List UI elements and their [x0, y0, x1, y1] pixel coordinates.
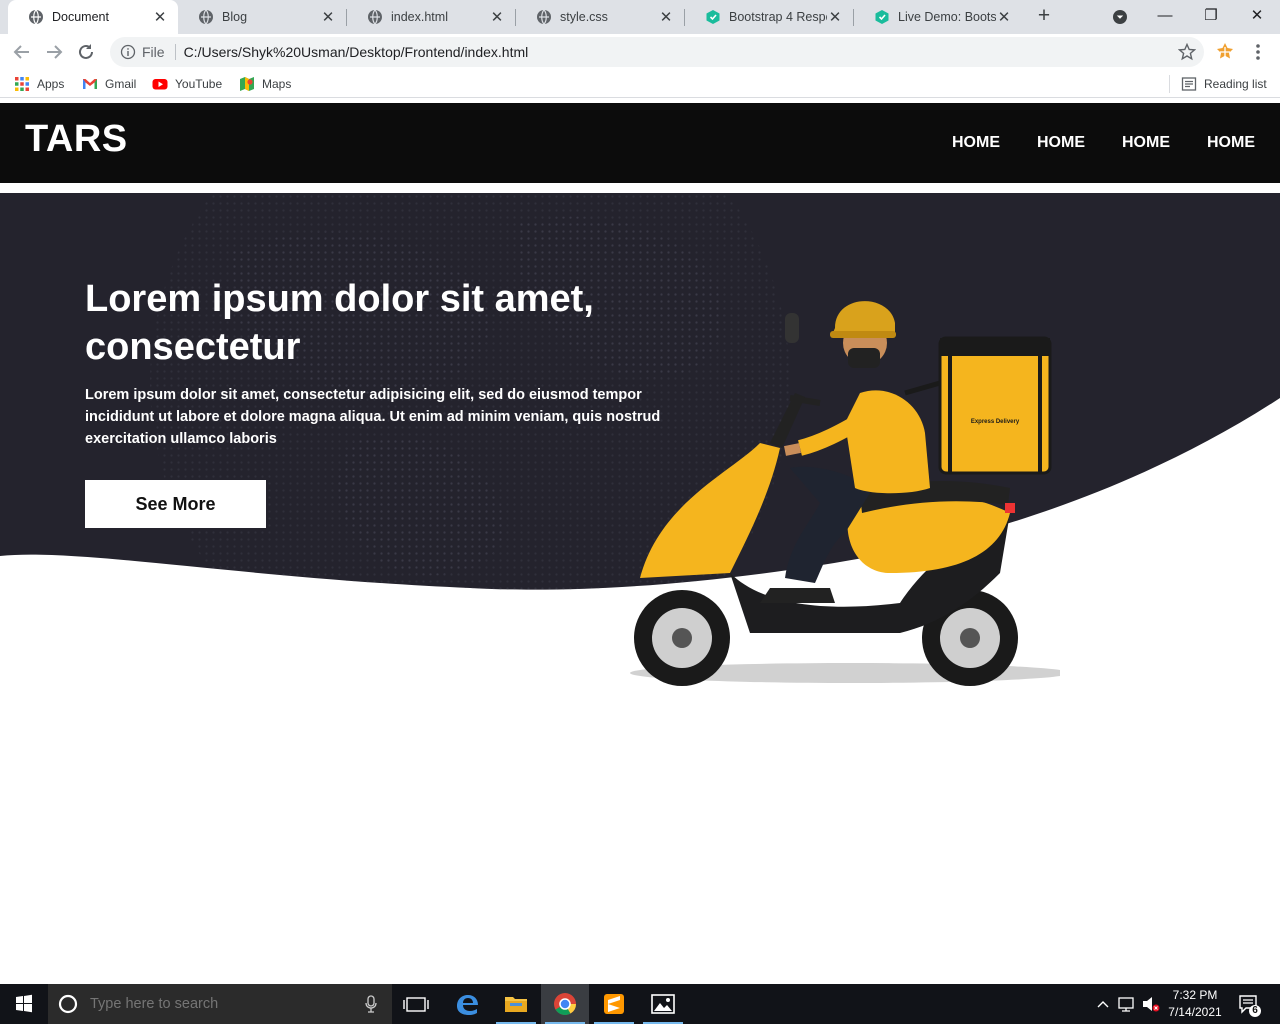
bookmark-youtube[interactable]: YouTube — [152, 76, 222, 92]
address-bar[interactable]: File C:/Users/Shyk%20Usman/Desktop/Front… — [110, 37, 1204, 67]
site-menu: HOME HOME HOME HOME — [915, 134, 1255, 152]
edge-browser-icon[interactable] — [443, 984, 491, 1024]
windows-start-icon[interactable] — [0, 984, 48, 1024]
back-arrow-icon[interactable] — [10, 41, 34, 63]
browser-tab-strip: Document ✕ Blog ✕ index.html ✕ style.css… — [0, 0, 1280, 34]
tab-title: Blog — [222, 10, 248, 24]
bookmark-label: Apps — [37, 77, 65, 91]
notification-icon — [1239, 995, 1261, 1017]
site-navbar: TARS HOME HOME HOME HOME — [0, 103, 1280, 183]
nav-link-home[interactable]: HOME — [1037, 134, 1085, 152]
globe-icon — [29, 9, 43, 25]
tab-bootstrap-responsive[interactable]: Bootstrap 4 Respon ✕ — [685, 0, 853, 34]
maps-icon — [240, 77, 254, 91]
close-tab-icon[interactable]: ✕ — [320, 8, 336, 26]
photos-button[interactable] — [639, 984, 687, 1024]
apps-grid-icon — [15, 77, 29, 91]
clock-time: 7:32 PM — [1172, 988, 1218, 1002]
globe-icon — [537, 9, 551, 25]
search-input[interactable] — [90, 996, 350, 1012]
restore-icon[interactable]: ❐ — [1196, 4, 1226, 28]
close-tab-icon[interactable]: ✕ — [996, 8, 1012, 26]
info-icon[interactable] — [120, 44, 136, 60]
microphone-icon[interactable] — [364, 995, 378, 1013]
bootstrap-hexagon-icon — [706, 10, 720, 24]
tab-style-css[interactable]: style.css ✕ — [516, 0, 684, 34]
url-text[interactable]: C:/Users/Shyk%20Usman/Desktop/Frontend/i… — [184, 44, 529, 60]
tab-title: style.css — [560, 10, 608, 24]
tab-search-icon[interactable] — [1112, 9, 1128, 25]
close-tab-icon[interactable]: ✕ — [489, 8, 505, 26]
tab-title: index.html — [391, 10, 448, 24]
system-clock[interactable]: 7:32 PM 7/14/2021 — [1162, 987, 1228, 1021]
see-more-button[interactable]: See More — [85, 480, 266, 528]
chrome-button[interactable] — [541, 984, 589, 1024]
tab-live-demo[interactable]: Live Demo: Bootstra ✕ — [854, 0, 1022, 34]
bag-label: Express Delivery — [971, 419, 1020, 425]
close-tab-icon[interactable]: ✕ — [827, 8, 843, 26]
network-icon[interactable] — [1116, 984, 1138, 1024]
file-explorer-icon — [505, 997, 527, 1012]
new-tab-icon[interactable]: + — [1032, 5, 1056, 29]
globe-icon — [199, 9, 213, 25]
notification-count: 6 — [1252, 1005, 1258, 1016]
close-tab-icon[interactable]: ✕ — [658, 8, 674, 26]
cortana-icon[interactable] — [58, 994, 78, 1014]
close-tab-icon[interactable]: ✕ — [152, 8, 168, 26]
scheme-label: File — [142, 44, 165, 60]
minimize-icon[interactable]: — — [1150, 4, 1180, 28]
bookmarks-bar: Apps Gmail YouTube Maps Reading list — [0, 70, 1280, 98]
sublime-text-button[interactable] — [590, 984, 638, 1024]
clock-date: 7/14/2021 — [1168, 1005, 1222, 1019]
tab-title: Document — [52, 10, 109, 24]
taskbar-search[interactable] — [48, 984, 392, 1024]
task-view-icon[interactable] — [392, 984, 440, 1024]
reading-list-label: Reading list — [1204, 77, 1267, 91]
gmail-icon — [83, 79, 97, 89]
reading-list-button[interactable]: Reading list — [1181, 76, 1267, 92]
file-explorer-button[interactable] — [492, 984, 540, 1024]
address-divider — [174, 44, 176, 60]
tab-blog[interactable]: Blog ✕ — [178, 0, 346, 34]
show-hidden-icons-chevron[interactable] — [1093, 984, 1113, 1024]
chrome-icon — [554, 993, 576, 1015]
nav-link-home[interactable]: HOME — [1207, 134, 1255, 152]
sublime-text-icon — [604, 994, 624, 1014]
globe-icon — [368, 9, 382, 25]
nav-link-home[interactable]: HOME — [1122, 134, 1170, 152]
hero-section: Lorem ipsum dolor sit amet, consectetur … — [0, 193, 1280, 693]
tab-title: Bootstrap 4 Respon — [729, 10, 827, 24]
bookmarks-divider — [1169, 75, 1170, 93]
tab-document[interactable]: Document ✕ — [8, 0, 178, 34]
page-viewport: TARS HOME HOME HOME HOME Lorem ipsum dol… — [0, 99, 1280, 984]
bookmark-label: YouTube — [175, 77, 223, 91]
bookmark-label: Maps — [262, 77, 292, 91]
action-center-button[interactable]: 6 — [1234, 984, 1264, 1024]
photos-icon — [651, 994, 675, 1014]
bookmark-gmail[interactable]: Gmail — [82, 76, 136, 92]
bootstrap-hexagon-icon — [875, 10, 889, 24]
tab-index-html[interactable]: index.html ✕ — [347, 0, 515, 34]
bookmark-star-icon[interactable] — [1178, 43, 1196, 61]
more-menu-icon[interactable] — [1252, 42, 1264, 62]
windows-taskbar: 7:32 PM 7/14/2021 6 — [0, 984, 1280, 1024]
tab-title: Live Demo: Bootstra — [898, 10, 996, 24]
browser-toolbar: File C:/Users/Shyk%20Usman/Desktop/Front… — [0, 34, 1280, 70]
delivery-scooter-image: Express Delivery — [630, 301, 1060, 686]
bookmark-maps[interactable]: Maps — [239, 76, 291, 92]
hero-title: Lorem ipsum dolor sit amet, consectetur — [85, 278, 594, 368]
nav-link-home[interactable]: HOME — [952, 134, 1000, 152]
bookmark-apps[interactable]: Apps — [14, 76, 64, 92]
reading-list-icon — [1181, 77, 1197, 91]
reload-icon[interactable] — [74, 41, 98, 63]
site-logo[interactable]: TARS — [25, 118, 128, 161]
close-window-icon[interactable]: ✕ — [1242, 4, 1272, 28]
extension-icon[interactable] — [1214, 41, 1236, 63]
forward-arrow-icon[interactable] — [42, 41, 66, 63]
bookmark-label: Gmail — [105, 77, 137, 91]
youtube-icon — [152, 79, 168, 90]
volume-muted-icon[interactable] — [1140, 984, 1162, 1024]
